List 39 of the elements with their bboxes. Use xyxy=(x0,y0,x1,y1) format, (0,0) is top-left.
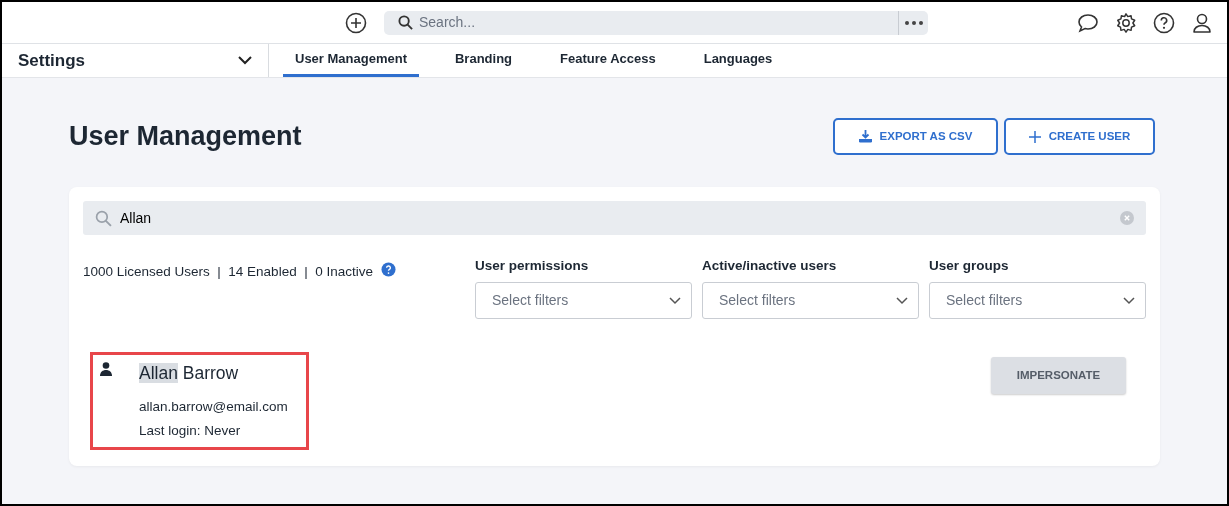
create-button[interactable]: CREATE USER xyxy=(1004,118,1155,155)
last-login: Last login: Never xyxy=(139,421,242,440)
person-icon xyxy=(99,362,113,377)
export-button[interactable]: EXPORT AS CSV xyxy=(833,118,998,155)
settings-dropdown[interactable]: Settings xyxy=(2,44,269,77)
license-stats: 1000 Licensed Users | 14 Enabled | 0 Inactive xyxy=(83,263,373,281)
chevron-icon xyxy=(238,56,252,65)
settings-icon[interactable] xyxy=(1115,11,1137,34)
user-icon[interactable] xyxy=(1191,11,1213,34)
user-search-bar[interactable]: Allan xyxy=(83,201,1146,235)
search-field[interactable]: Search... xyxy=(413,12,898,33)
tab[interactable]: User Management xyxy=(283,44,419,77)
help-icon[interactable] xyxy=(1153,11,1175,34)
tab[interactable]: Languages xyxy=(691,44,785,77)
filter-label: Active/inactive users xyxy=(702,257,838,275)
download-icon xyxy=(858,130,872,143)
filter-label: User groups xyxy=(929,257,1010,275)
plus-icon xyxy=(1028,130,1041,143)
filter-select[interactable]: Select filters xyxy=(475,282,692,320)
more-icon[interactable] xyxy=(904,20,923,25)
chevron-icon xyxy=(896,296,908,305)
filter-select[interactable]: Select filters xyxy=(702,282,919,320)
user-email: allan.barrow@email.com xyxy=(139,397,288,416)
chat-icon[interactable] xyxy=(1077,11,1099,34)
page-title: User Management xyxy=(69,120,302,153)
impersonate-button[interactable]: IMPERSONATE xyxy=(991,357,1126,395)
settings-label: Settings xyxy=(18,49,86,72)
search-icon xyxy=(95,209,112,227)
tab[interactable]: Branding xyxy=(443,44,525,77)
filter-label: User permissions xyxy=(475,257,590,275)
search-icon xyxy=(398,15,413,30)
tab[interactable]: Feature Access xyxy=(548,44,668,77)
search-bar[interactable]: Search... xyxy=(384,10,928,35)
chevron-icon xyxy=(669,296,681,305)
user-search-field[interactable]: Allan xyxy=(118,206,1114,230)
chevron-icon xyxy=(1123,296,1135,305)
add-icon[interactable] xyxy=(345,11,367,34)
user-name: Allan Barrow xyxy=(139,362,240,386)
filter-select[interactable]: Select filters xyxy=(929,282,1146,320)
